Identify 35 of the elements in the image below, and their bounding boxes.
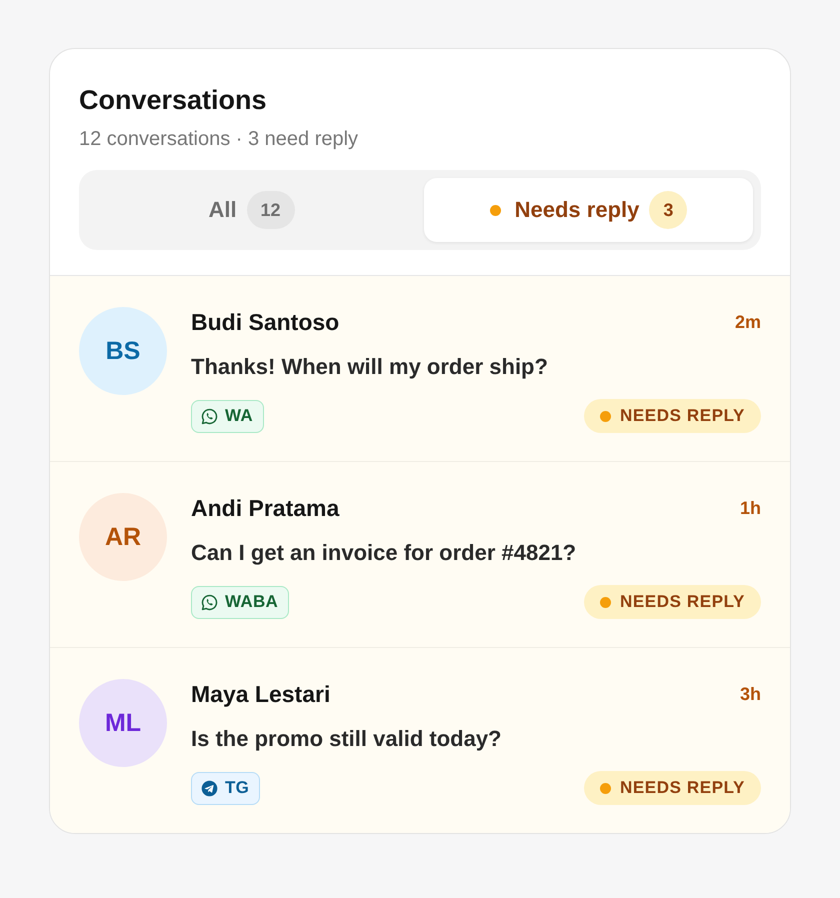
conversation-row[interactable]: AR Andi Pratama 1h Can I get an invoice for order #4821? WABA NEEDS REPLY (50, 462, 790, 648)
tab-count: 3 (649, 191, 688, 229)
tab-count: 12 (246, 191, 295, 229)
avatar-initials: AR (79, 493, 167, 581)
avatar-initials: ML (79, 679, 167, 767)
needs-reply-badge: NEEDS REPLY (584, 771, 761, 805)
message-time: 3h (740, 684, 761, 704)
filter-tab[interactable]: Needs reply 3 (424, 178, 753, 242)
tab-label: Needs reply (514, 197, 640, 223)
conversation-row[interactable]: BS Budi Santoso 2m Thanks! When will my order ship? WA NEEDS REPLY (50, 276, 790, 462)
contact-name: Budi Santoso (191, 308, 340, 336)
message-time: 1h (740, 498, 761, 518)
needs-reply-badge: NEEDS REPLY (584, 399, 761, 433)
message-preview: Can I get an invoice for order #4821? (191, 539, 578, 567)
filter-tab[interactable]: All 12 (87, 178, 416, 242)
needs-reply-badge: NEEDS REPLY (584, 585, 761, 619)
status-dot-icon (600, 782, 611, 794)
status-dot-icon (600, 410, 611, 422)
channel-tag: TG (191, 772, 260, 804)
contact-name: Andi Pratama (191, 494, 340, 522)
chat-phone-icon (201, 408, 218, 424)
conversation-row[interactable]: ML Maya Lestari 3h Is the promo still valid today? TG NEEDS REPLY (50, 648, 790, 833)
message-preview: Is the promo still valid today? (191, 725, 502, 753)
paper-plane-icon (201, 780, 218, 796)
conversation-summary: 12 conversations · 3 need reply (79, 127, 360, 152)
panel-title: Conversations (79, 84, 268, 117)
contact-name: Maya Lestari (191, 680, 330, 708)
tab-label: All (208, 197, 237, 223)
message-preview: Thanks! When will my order ship? (191, 353, 549, 381)
channel-tag: WA (191, 400, 264, 432)
avatar-initials: BS (79, 307, 167, 395)
status-dot-icon (600, 596, 611, 608)
channel-tag: WABA (191, 586, 290, 618)
chat-phone-icon (201, 594, 218, 610)
message-time: 2m (734, 312, 761, 332)
